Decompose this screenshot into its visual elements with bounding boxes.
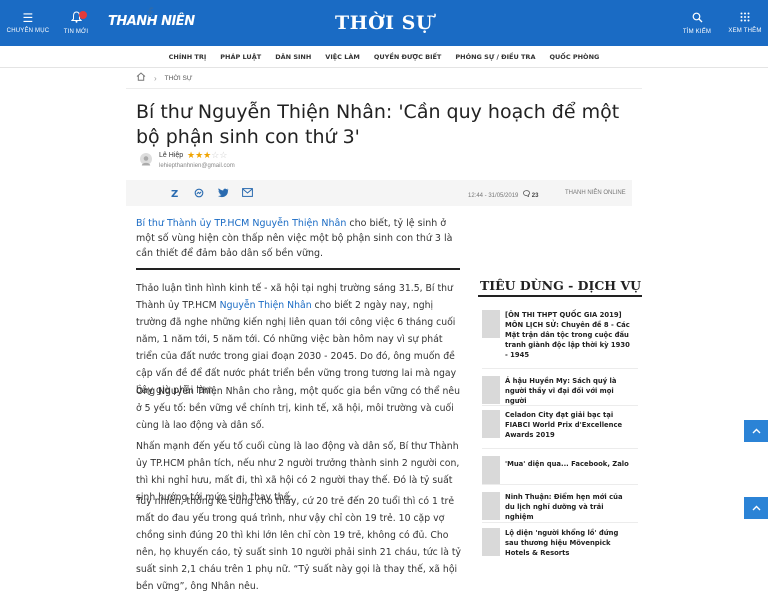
author-email[interactable]: lehiepthanhnien@gmail.com: [159, 163, 235, 169]
author-name[interactable]: Lê Hiệp: [159, 152, 183, 159]
search-button[interactable]: TÌM KIẾM: [674, 0, 720, 46]
sidebar-item-title[interactable]: Á hậu Huyền My: Sách quý là người thầy v…: [505, 376, 632, 406]
comment-count[interactable]: 23: [532, 193, 539, 199]
nav-item-quyen-duoc-biet[interactable]: QUYỀN ĐƯỢC BIẾT: [367, 53, 449, 61]
sidebar-item-title[interactable]: Lộ diện 'người khổng lồ' đứng sau thương…: [505, 528, 632, 558]
breadcrumb: › THỜI SỰ: [136, 72, 192, 84]
publish-time: 12:44 - 31/05/2019: [468, 193, 519, 199]
sidebar-item-title[interactable]: [ÔN THI THPT QUỐC GIA 2019] MÔN LỊCH SỬ:…: [505, 310, 632, 360]
paragraph-4: Tuy nhiên, thống kê cũng cho thấy, cứ 20…: [136, 496, 462, 592]
sidebar-item[interactable]: [ÔN THI THPT QUỐC GIA 2019] MÔN LỊCH SỬ:…: [482, 310, 632, 360]
zalo-icon[interactable]: Z: [170, 188, 179, 201]
sidebar-item-title[interactable]: 'Mua' diện qua... Facebook, Zalo: [505, 456, 629, 484]
back-to-top-button[interactable]: [744, 497, 768, 519]
nav-item-dan-sinh[interactable]: DÂN SINH: [268, 53, 318, 61]
sidebar-thumbnail[interactable]: [482, 492, 500, 520]
sidebar-item[interactable]: Celadon City đạt giải bạc tại FIABCI Wor…: [482, 410, 632, 440]
email-icon[interactable]: [242, 188, 253, 200]
sidebar-thumbnail[interactable]: [482, 528, 500, 556]
nav-item-phong-su[interactable]: PHÓNG SỰ / ĐIỀU TRA: [448, 53, 542, 61]
comment-icon[interactable]: [523, 190, 532, 199]
nav-item-chinh-tri[interactable]: CHÍNH TRỊ: [162, 53, 214, 61]
article-sapo: Bí thư Thành ủy TP.HCM Nguyễn Thiện Nhân…: [136, 216, 462, 261]
divider: [126, 88, 642, 89]
star-empty-icon: ☆: [219, 150, 228, 160]
more-label: XEM THÊM: [728, 28, 762, 34]
article-meta: 12:44 - 31/05/2019 23: [468, 190, 538, 199]
sidebar-item[interactable]: Ninh Thuận: Điểm hẹn mới của du lịch ngh…: [482, 492, 632, 522]
sidebar-separator: [482, 484, 638, 485]
sidebar-divider: [478, 295, 642, 297]
twitter-icon[interactable]: [218, 188, 229, 201]
star-icon: ★: [187, 150, 196, 160]
chevron-up-icon: [752, 503, 761, 514]
paragraph-1-end: cho biết 2 ngày nay, nghị trường đã nghe…: [136, 300, 457, 396]
article-headline: Bí thư Nguyễn Thiện Nhân: 'Cần quy hoạch…: [136, 101, 620, 148]
author-rating: ★★★☆☆: [187, 150, 227, 161]
sidebar-title[interactable]: TIÊU DÙNG - DỊCH VỤ: [480, 278, 641, 293]
sidebar-thumbnail[interactable]: [482, 310, 500, 338]
sidebar-item[interactable]: Á hậu Huyền My: Sách quý là người thầy v…: [482, 376, 632, 406]
breadcrumb-current[interactable]: THỜI SỰ: [165, 75, 193, 82]
search-label: TÌM KIẾM: [682, 28, 712, 35]
sidebar-thumbnail[interactable]: [482, 410, 500, 438]
top-bar: ☰ CHUYÊN MỤC TIN MỚI THANH NIÊN THỜI SỰ …: [0, 0, 768, 46]
chevron-right-icon: ›: [154, 73, 157, 83]
messenger-icon[interactable]: [194, 188, 204, 201]
sapo-link[interactable]: Bí thư Thành ủy TP.HCM Nguyễn Thiện Nhân: [136, 218, 346, 229]
nav-item-viec-lam[interactable]: VIỆC LÀM: [318, 53, 367, 61]
grid-dots-icon: [740, 12, 750, 24]
section-title: THỜI SỰ: [335, 12, 433, 34]
sidebar-item[interactable]: 'Mua' diện qua... Facebook, Zalo: [482, 456, 632, 484]
search-icon: [692, 12, 703, 25]
nav-item-phap-luat[interactable]: PHÁP LUẬT: [213, 53, 268, 61]
sidebar-separator: [482, 522, 638, 523]
sidebar-separator: [482, 368, 638, 369]
chevron-up-icon: [752, 426, 761, 437]
sidebar-item-title[interactable]: Ninh Thuận: Điểm hẹn mới của du lịch ngh…: [505, 492, 632, 522]
sidebar-item[interactable]: Lộ diện 'người khổng lồ' đứng sau thương…: [482, 528, 632, 558]
paragraph-2: Ông Nguyễn Thiện Nhân cho rằng, một quốc…: [136, 386, 460, 431]
svg-text:Z: Z: [171, 189, 178, 198]
author-avatar: [140, 153, 152, 166]
paragraph-1: Thảo luận tình hình kinh tế - xã hội tại…: [136, 280, 462, 399]
sidebar-item-title[interactable]: Celadon City đạt giải bạc tại FIABCI Wor…: [505, 410, 632, 440]
more-button[interactable]: XEM THÊM: [722, 0, 768, 46]
home-icon[interactable]: [136, 72, 146, 84]
sidebar-separator: [482, 448, 638, 449]
scroll-up-button[interactable]: [744, 420, 768, 442]
star-icon: ★: [195, 150, 204, 160]
sidebar-thumbnail[interactable]: [482, 456, 500, 484]
nav-item-quoc-phong[interactable]: QUỐC PHÒNG: [542, 53, 606, 61]
sidebar-thumbnail[interactable]: [482, 376, 500, 404]
person-link[interactable]: Nguyễn Thiện Nhân: [220, 300, 312, 311]
facebook-icon[interactable]: [146, 7, 154, 20]
sidebar-separator: [482, 405, 638, 406]
article-source: THANH NIÊN ONLINE: [565, 190, 626, 196]
category-nav: CHÍNH TRỊ PHÁP LUẬT DÂN SINH VIỆC LÀM QU…: [0, 46, 768, 68]
sapo-divider: [136, 268, 460, 270]
